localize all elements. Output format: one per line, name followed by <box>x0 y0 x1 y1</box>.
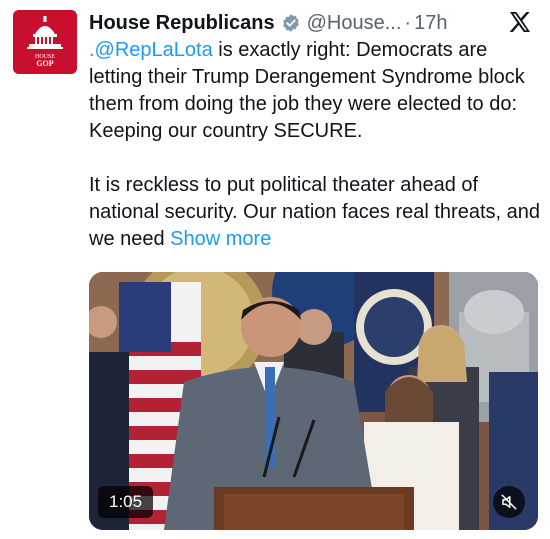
mute-button[interactable] <box>493 486 525 518</box>
mention-link[interactable]: .@RepLaLota <box>89 39 213 61</box>
author-handle[interactable]: @House... <box>307 12 402 35</box>
author-name[interactable]: House Republicans <box>89 12 275 35</box>
tweet-paragraph-1: .@RepLaLota is exactly right: Democrats … <box>89 37 541 145</box>
tweet-paragraph-2: It is reckless to put political theater … <box>89 172 541 253</box>
show-more-link[interactable]: Show more <box>170 228 271 250</box>
tweet-text: .@RepLaLota is exactly right: Democrats … <box>89 37 541 253</box>
tweet-header: House Republicans @House... · 17h <box>89 8 536 38</box>
verified-badge-icon <box>282 14 299 32</box>
avatar[interactable]: HOUSE GOP <box>13 10 77 74</box>
speaker-muted-icon <box>501 494 517 510</box>
video-duration-badge: 1:05 <box>98 486 154 518</box>
video-frame <box>89 272 538 530</box>
paragraph-2-text: It is reckless to put political theater … <box>89 174 540 250</box>
separator-dot: · <box>404 11 412 34</box>
timestamp[interactable]: 17h <box>414 12 447 35</box>
video-player[interactable] <box>89 272 538 530</box>
x-logo-icon <box>509 12 530 32</box>
capitol-dome-logo: HOUSE GOP <box>13 10 77 74</box>
avatar-label-bottom: GOP <box>36 59 53 68</box>
